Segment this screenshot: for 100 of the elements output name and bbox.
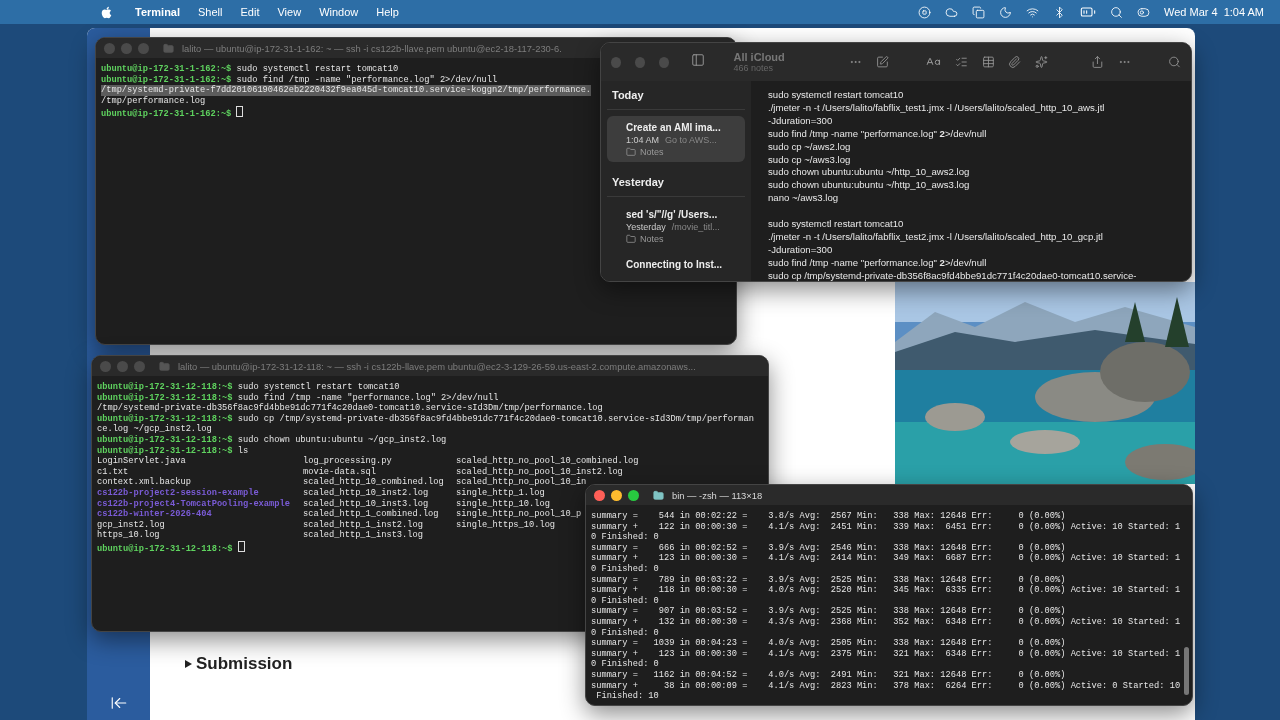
prompt-text: ubuntu@ip-172-31-12-118:~$ (97, 382, 233, 392)
file-name: single_http_no_pool_10_p (456, 509, 582, 520)
command-text: sudo chown ubuntu:ubuntu ~/gcp_inst2.log (237, 434, 447, 445)
menu-date[interactable]: Wed Mar 4 (1164, 6, 1218, 18)
note-title: Connecting to Inst... (626, 259, 724, 270)
prompt-text: ubuntu@ip-172-31-12-118:~$ (97, 392, 233, 403)
command-text: sudo find /tmp -name "performance.log" 2>/dev/null (236, 74, 498, 85)
command-text: sudo cp /tmp/systemd-private-db356f8ac9fd4bbe91dc771f4c20dae0-tomcat10.service-sId3Dm/tmp/performan (237, 413, 754, 424)
wifi-icon[interactable] (1026, 5, 1040, 19)
output-line: 0 Finished: 0 (591, 659, 659, 670)
scrollbar-thumb[interactable] (1184, 647, 1189, 695)
folder-icon (653, 489, 664, 501)
file-name: scaled_http_no_pool_10_in (456, 477, 587, 488)
note-line: ./jmeter -n -t /Users/lalito/fabflix_test2.jmx -l /Users/lalito/scaled_http_10_gcp.jtl (768, 230, 1104, 244)
sparkles-icon[interactable] (1035, 55, 1049, 69)
file-name: single_https_10.log (456, 519, 556, 531)
file-name: https_10.log (97, 530, 160, 541)
note-item[interactable]: Create an AMI ima... 1:04 AM Go to AWS... Notes (607, 116, 745, 162)
output-line: /tmp/performance.log (101, 95, 206, 107)
note-line: sudo cp ~/aws3.log (768, 153, 852, 167)
notes-title: All iCloud (733, 51, 785, 63)
output-line: 0 Finished: 0 (591, 627, 659, 639)
output-line: summary + 123 in 00:00:30 = 4.1/s Avg: 2414 Min: 349 Max: 6687 Err: 0 (0.00%) Active: 10 Started: 1 (591, 553, 1181, 564)
folder-name: Notes (640, 147, 664, 157)
share-icon[interactable] (1091, 55, 1104, 69)
prompt-text: ubuntu@ip-172-31-1-162:~$ (101, 64, 232, 74)
file-name: scaled_http_no_pool_10_combined.log (456, 456, 639, 467)
output-line: summary = 789 in 00:03:22 = 3.9/s Avg: 2525 Min: 338 Max: 12648 Err: 0 (0.00%) (591, 574, 1066, 585)
note-item[interactable]: sed 's/"//g' /Users... Yesterday /movie_titl... Notes (607, 203, 745, 249)
output-line: summary = 666 in 00:02:52 = 3.9/s Avg: 2546 Min: 338 Max: 12648 Err: 0 (0.00%) (591, 542, 1066, 553)
note-preview: Go to AWS... (665, 135, 717, 145)
output-line: ce.log ~/gcp_inst2.log (97, 424, 212, 435)
zoom-button[interactable] (628, 489, 639, 501)
file-name: context.xml.backup (97, 477, 191, 488)
section-heading: Yesterday (607, 176, 745, 197)
folder-icon (163, 42, 174, 54)
file-name: scaled_http_1_inst2.log (303, 519, 423, 530)
folder-icon (626, 234, 636, 244)
file-name: LoginServlet.java (97, 456, 186, 467)
prompt-text: ubuntu@ip-172-31-12-118:~$ (97, 413, 233, 424)
table-icon[interactable] (981, 55, 995, 69)
folder-icon (159, 360, 170, 372)
menu-item[interactable]: Edit (240, 6, 260, 18)
window-title: lalito — ubuntu@ip-172-31-12-118: ~ — ssh -i cs122b-llave.pem ubuntu@ec2-3-129-26-59.us-east-2.compute.amazonaws... (178, 360, 696, 372)
note-title: Create an AMI ima... (626, 122, 722, 133)
collapse-icon[interactable] (109, 694, 128, 712)
file-name: single_http_10.log (456, 498, 550, 509)
section-heading: Today (607, 89, 745, 110)
note-line: nano ~/aws3.log (768, 192, 840, 206)
close-button[interactable] (594, 489, 605, 501)
file-name: scaled_http_no_pool_10_inst2.log (456, 466, 623, 477)
minimize-button[interactable] (611, 489, 622, 501)
note-line: sudo find /tmp -name "performance.log" 2>/dev/null (768, 127, 988, 141)
file-name: gcp_inst2.log (97, 519, 165, 530)
note-line: sudo systemctl restart tomcat10 (768, 218, 905, 231)
file-name: scaled_http_1_inst3.log (303, 530, 423, 541)
menu-item[interactable]: Window (319, 6, 359, 18)
battery-icon[interactable] (1080, 4, 1097, 20)
attachment-icon[interactable] (1008, 55, 1022, 69)
apple-icon[interactable] (100, 5, 113, 19)
menu-item[interactable]: View (277, 6, 302, 18)
checklist-icon[interactable] (954, 55, 968, 69)
window-title: bin — -zsh — 113×18 (672, 489, 763, 501)
file-name: log_processing.py (303, 456, 392, 467)
command-text: sudo find /tmp -name "performance.log" 2>/dev/null (237, 392, 499, 403)
compose-icon[interactable] (875, 55, 889, 69)
menu-item[interactable]: Terminal (135, 6, 181, 18)
command-text: ls (237, 445, 249, 456)
prompt-text: ubuntu@ip-172-31-12-118:~$ (97, 543, 233, 554)
note-item[interactable]: Connecting to Inst... (607, 253, 745, 275)
note-line: ./jmeter -n -t /Users/lalito/fabflix_test1.jmx -l /Users/lalito/scaled_http_10_aws.jtl (768, 101, 1106, 115)
output-line: summary = 1039 in 00:04:23 = 4.0/s Avg: 2505 Min: 338 Max: 12648 Err: 0 (0.00%) (591, 638, 1066, 649)
output-line: summary = 907 in 00:03:52 = 3.9/s Avg: 2525 Min: 338 Max: 12648 Err: 0 (0.00%) (591, 606, 1066, 617)
triangle-icon[interactable] (185, 660, 192, 668)
note-preview: /movie_titl... (671, 222, 720, 232)
search-icon[interactable] (1168, 55, 1182, 69)
note-date: 1:04 AM (626, 135, 660, 145)
note-line: sudo chown ubuntu:ubuntu ~/http_10_aws3.log (768, 179, 971, 193)
screen-mirroring-icon[interactable] (972, 5, 986, 19)
cloud-icon[interactable] (945, 5, 959, 19)
file-name: scaled_http_10_inst3.log (303, 498, 429, 509)
search-icon[interactable] (1110, 5, 1124, 19)
folder-name: Notes (640, 234, 664, 244)
record-icon[interactable] (918, 5, 932, 19)
menu-item[interactable]: Help (376, 6, 399, 18)
note-line: sudo cp /tmp/systemd-private-db356f8ac9fd4bbe91dc771f4c20dae0-tomcat10.service- (768, 269, 1138, 281)
moon-icon[interactable] (999, 5, 1013, 19)
output-line: summary + 118 in 00:00:30 = 4.0/s Avg: 2520 Min: 345 Max: 6335 Err: 0 (0.00%) Active: 10 Started: 1 (591, 585, 1181, 596)
prompt-text: ubuntu@ip-172-31-12-118:~$ (97, 445, 233, 456)
folder-icon (626, 147, 636, 157)
directory-name: cs122b-winter-2026-404 (97, 509, 212, 520)
section-heading[interactable]: Submission (196, 654, 293, 674)
menu-clock[interactable]: 1:04 AM (1223, 6, 1264, 18)
menu-item[interactable]: Shell (198, 6, 223, 18)
file-name: scaled_http_10_inst2.log (303, 487, 429, 499)
control-center-icon[interactable] (1137, 5, 1151, 19)
output-line: summary + 122 in 00:00:30 = 4.1/s Avg: 2451 Min: 339 Max: 6451 Err: 0 (0.00%) Active: 10 Started: 1 (591, 521, 1181, 532)
sidebar-toggle-icon[interactable] (691, 53, 706, 67)
file-name: single_http_1.log (456, 487, 545, 499)
prompt-text: ubuntu@ip-172-31-1-162:~$ (101, 74, 232, 85)
